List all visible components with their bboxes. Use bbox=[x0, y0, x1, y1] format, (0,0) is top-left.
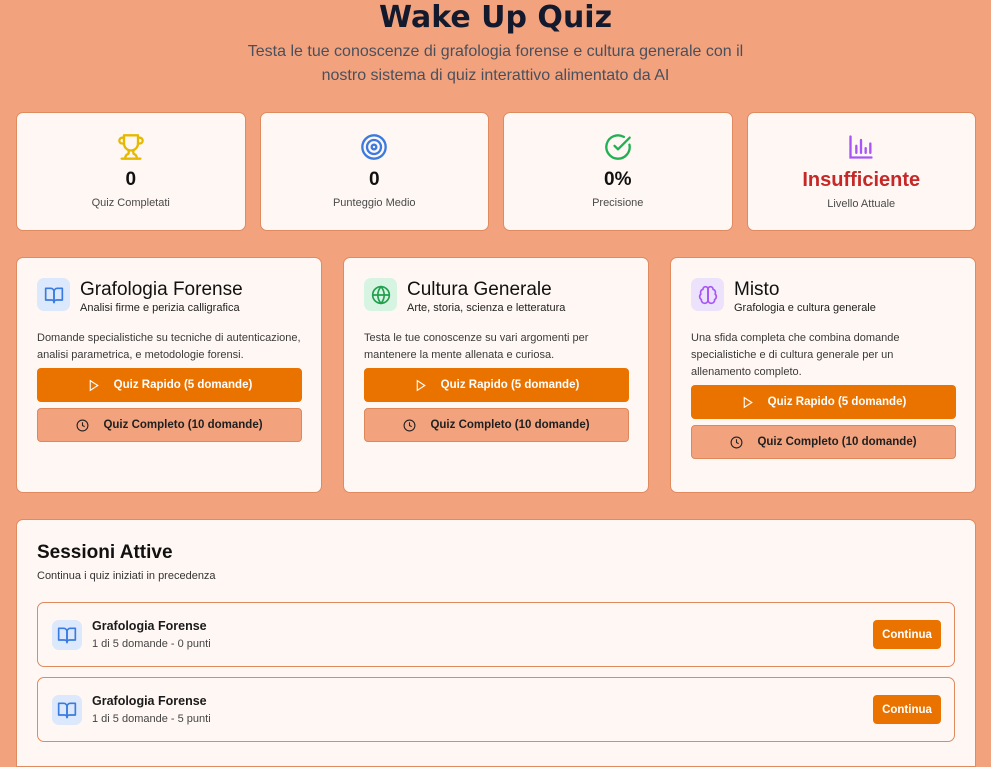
session-item: Grafologia Forense 1 di 5 domande - 5 pu… bbox=[37, 677, 955, 742]
button-label: Quiz Rapido (5 domande) bbox=[440, 379, 580, 391]
continue-button[interactable]: Continua bbox=[873, 620, 941, 649]
stat-label: Precisione bbox=[592, 197, 644, 209]
card-title: Cultura Generale bbox=[407, 279, 552, 300]
play-icon bbox=[416, 379, 426, 391]
button-label: Quiz Completo (10 domande) bbox=[103, 419, 263, 431]
category-card-misto: Misto Grafologia e cultura generale Una … bbox=[670, 257, 976, 493]
session-item: Grafologia Forense 1 di 5 domande - 0 pu… bbox=[37, 602, 955, 667]
card-subtitle: Grafologia e cultura generale bbox=[734, 302, 876, 314]
card-title: Misto bbox=[734, 279, 780, 300]
check-circle-icon bbox=[604, 134, 631, 160]
category-card-cultura: Cultura Generale Arte, storia, scienza e… bbox=[343, 257, 649, 493]
session-progress: 1 di 5 domande - 5 punti bbox=[92, 713, 211, 725]
brain-icon bbox=[691, 278, 724, 311]
stat-card-average-score: 0 Punteggio Medio bbox=[259, 112, 489, 231]
stat-card-precision: 0% Precisione bbox=[503, 112, 733, 231]
stats-row: 0 Quiz Completati 0 Punteggio Medio 0% P… bbox=[16, 112, 976, 231]
stat-label: Livello Attuale bbox=[827, 198, 896, 210]
stat-label: Punteggio Medio bbox=[332, 197, 416, 209]
active-sessions-panel: Sessioni Attive Continua i quiz iniziati… bbox=[16, 519, 976, 767]
card-subtitle: Arte, storia, scienza e letteratura bbox=[407, 302, 566, 314]
stat-value: 0% bbox=[604, 169, 632, 190]
globe-icon bbox=[364, 278, 397, 311]
category-card-grafologia: Grafologia Forense Analisi firme e periz… bbox=[16, 257, 322, 493]
session-progress: 1 di 5 domande - 0 punti bbox=[92, 638, 211, 650]
continue-button[interactable]: Continua bbox=[873, 695, 941, 724]
full-quiz-button[interactable]: Quiz Completo (10 domande) bbox=[37, 408, 302, 442]
stat-value: 0 bbox=[125, 169, 137, 190]
book-icon bbox=[52, 694, 82, 725]
sessions-title: Sessioni Attive bbox=[37, 542, 173, 563]
play-icon bbox=[89, 379, 99, 391]
button-label: Quiz Completo (10 domande) bbox=[430, 419, 590, 431]
sessions-subtitle: Continua i quiz iniziati in precedenza bbox=[37, 570, 216, 582]
stat-value: 0 bbox=[368, 169, 380, 190]
quick-quiz-button[interactable]: Quiz Rapido (5 domande) bbox=[691, 385, 956, 419]
button-label: Quiz Rapido (5 domande) bbox=[113, 379, 253, 391]
category-cards: Grafologia Forense Analisi firme e periz… bbox=[16, 257, 976, 493]
stat-card-current-level: Insufficiente Livello Attuale bbox=[746, 112, 976, 231]
quick-quiz-button[interactable]: Quiz Rapido (5 domande) bbox=[37, 368, 302, 402]
full-quiz-button[interactable]: Quiz Completo (10 domande) bbox=[691, 425, 956, 459]
stat-card-quiz-completed: 0 Quiz Completati bbox=[16, 112, 246, 231]
card-description: Testa le tue conoscenze su vari argoment… bbox=[364, 332, 589, 361]
quick-quiz-button[interactable]: Quiz Rapido (5 domande) bbox=[364, 368, 629, 402]
card-subtitle: Analisi firme e perizia calligrafica bbox=[80, 302, 240, 314]
page-subtitle: Testa le tue conoscenze di grafologia fo… bbox=[247, 43, 744, 84]
book-icon bbox=[52, 619, 82, 650]
book-icon bbox=[37, 278, 70, 311]
stat-label: Quiz Completati bbox=[91, 197, 170, 209]
stat-value: Insufficiente bbox=[802, 169, 921, 191]
card-description: Una sfida completa che combina domande s… bbox=[691, 332, 900, 378]
page-title: Wake Up Quiz bbox=[378, 0, 613, 35]
button-label: Quiz Rapido (5 domande) bbox=[767, 396, 907, 408]
bar-chart-icon bbox=[849, 135, 873, 159]
card-title: Grafologia Forense bbox=[80, 279, 243, 300]
session-name: Grafologia Forense bbox=[92, 619, 207, 633]
play-icon bbox=[743, 396, 753, 408]
clock-icon bbox=[76, 419, 89, 431]
button-label: Quiz Completo (10 domande) bbox=[757, 436, 917, 448]
clock-icon bbox=[730, 436, 743, 448]
trophy-icon bbox=[117, 134, 144, 160]
card-description: Domande specialistiche su tecniche di au… bbox=[37, 332, 301, 361]
session-name: Grafologia Forense bbox=[92, 694, 207, 708]
target-icon bbox=[361, 134, 388, 160]
clock-icon bbox=[403, 419, 416, 431]
page-header: Wake Up Quiz Testa le tue conoscenze di … bbox=[0, 0, 991, 88]
full-quiz-button[interactable]: Quiz Completo (10 domande) bbox=[364, 408, 629, 442]
